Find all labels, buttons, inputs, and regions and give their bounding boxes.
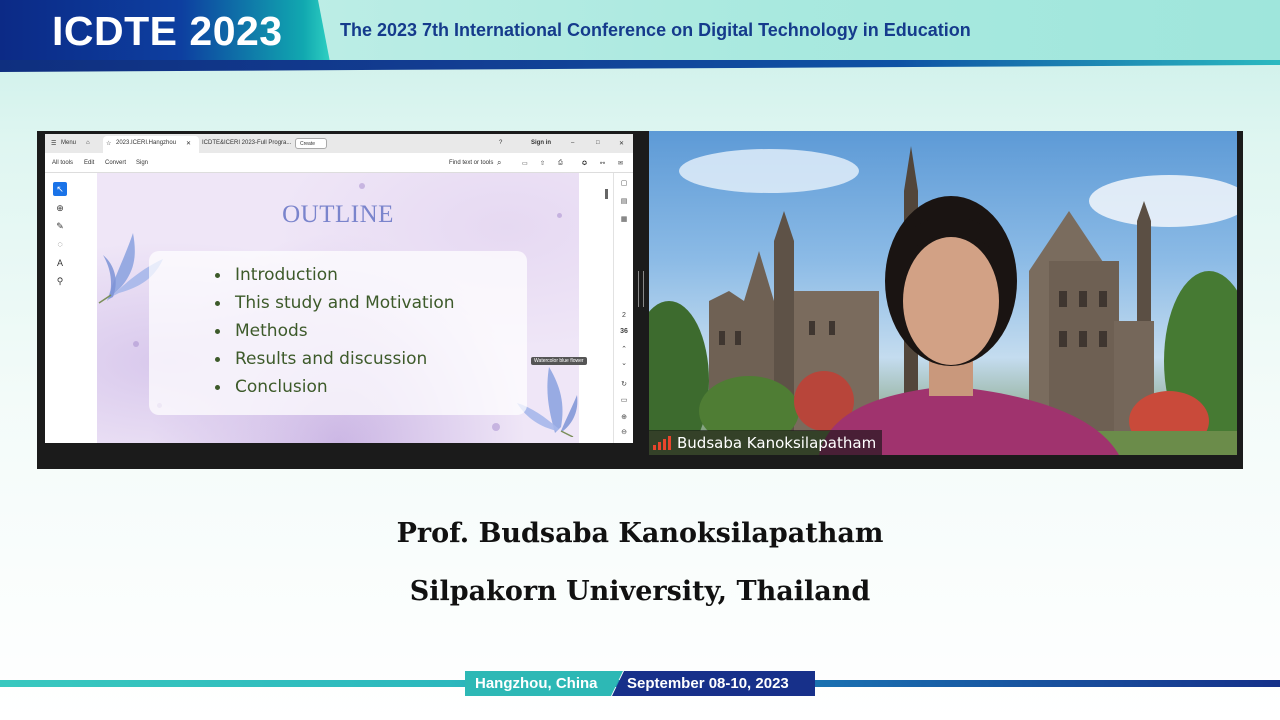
maximize-icon[interactable]: □ <box>596 140 600 146</box>
hamburger-menu-icon[interactable]: ☰ <box>51 140 56 147</box>
lasso-tool-icon[interactable]: ◌ <box>53 237 67 251</box>
menu-edit[interactable]: Edit <box>84 160 94 166</box>
presentation-slide: OUTLINE Introduction This study and Moti… <box>97 173 579 443</box>
ai-assistant-icon[interactable]: ✪ <box>582 160 587 167</box>
outline-item: This study and Motivation <box>215 289 455 317</box>
pdf-menu-bar: All tools Edit Convert Sign Find text or… <box>45 153 633 173</box>
footer-dates: September 08-10, 2023 <box>612 671 815 696</box>
select-tool-icon[interactable]: ↖ <box>53 182 67 196</box>
menu-sign[interactable]: Sign <box>136 160 148 166</box>
participant-name: Budsaba Kanoksilapatham <box>677 433 877 452</box>
print-icon[interactable]: ⎙ <box>558 160 563 167</box>
draw-tool-icon[interactable]: ✎ <box>53 219 67 233</box>
page-down-icon[interactable]: ⌄ <box>614 359 633 367</box>
scrollbar-thumb[interactable] <box>605 189 608 199</box>
tab-label-2[interactable]: ICDTE&ICERI 2023-Full Progra... <box>202 140 291 146</box>
upload-icon[interactable]: ⇧ <box>540 160 545 167</box>
outline-item: Conclusion <box>215 373 455 401</box>
page-fit-icon[interactable]: ▭ <box>614 396 633 404</box>
comments-panel-icon[interactable]: ▢ <box>614 179 633 187</box>
home-icon[interactable]: ⌂ <box>86 140 90 146</box>
webcam-feed[interactable]: Budsaba Kanoksilapatham <box>649 131 1237 455</box>
outline-item: Methods <box>215 317 455 345</box>
tab-label-1[interactable]: 2023.ICERI.Hangzhou <box>116 140 176 146</box>
outline-list: Introduction This study and Motivation M… <box>215 261 455 401</box>
campus-background-image <box>649 146 1237 455</box>
minimize-icon[interactable]: – <box>571 140 574 146</box>
browser-tab-bar: ☰ Menu ⌂ ☆ 2023.ICERI.Hangzhou ✕ ICDTE&I… <box>45 134 633 153</box>
link-icon[interactable]: ⚯ <box>600 160 605 167</box>
left-toolbar: ↖ ⊕ ✎ ◌ A ⚲ <box>45 173 97 443</box>
tooltip: Watercolor blue flower <box>531 357 587 365</box>
video-call-panel: ☰ Menu ⌂ ☆ 2023.ICERI.Hangzhou ✕ ICDTE&I… <box>37 131 1243 469</box>
mail-icon[interactable]: ✉ <box>618 160 623 167</box>
decor-dot <box>133 341 139 347</box>
decor-dot <box>359 183 365 189</box>
page-number-current[interactable]: 2 <box>614 312 633 319</box>
bookmark-panel-icon[interactable]: ▤ <box>614 197 633 205</box>
footer-location: Hangzhou, China <box>465 671 623 696</box>
conference-header: ICDTE 2023 The 2023 7th International Co… <box>0 0 1280 62</box>
conference-title: The 2023 7th International Conference on… <box>340 20 971 40</box>
search-icon[interactable]: ⌕ <box>497 158 501 168</box>
zoom-in-icon[interactable]: ⊕ <box>614 413 633 421</box>
sign-in-button[interactable]: Sign in <box>531 140 551 146</box>
split-divider-handle[interactable] <box>638 271 644 307</box>
slide-title: OUTLINE <box>282 201 394 228</box>
help-icon[interactable]: ? <box>499 140 502 146</box>
speaker-affiliation: Silpakorn University, Thailand <box>409 576 871 607</box>
close-window-icon[interactable]: ✕ <box>619 140 624 147</box>
text-select-tool-icon[interactable]: A <box>53 256 67 270</box>
right-toolbar: ▢ ▤ ▦ 2 36 ⌃ ⌄ ↻ ▭ ⊕ ⊖ <box>613 173 633 443</box>
menu-convert[interactable]: Convert <box>105 160 126 166</box>
create-label: Create <box>300 141 316 147</box>
save-icon[interactable]: ▭ <box>522 160 528 167</box>
signal-strength-icon <box>653 435 671 450</box>
conference-logo: ICDTE 2023 <box>52 8 283 54</box>
header-divider <box>0 60 1280 72</box>
thumbnails-panel-icon[interactable]: ▦ <box>614 215 633 223</box>
page-up-icon[interactable]: ⌃ <box>614 345 633 353</box>
shared-screen[interactable]: ☰ Menu ⌂ ☆ 2023.ICERI.Hangzhou ✕ ICDTE&I… <box>45 134 633 443</box>
outline-item: Introduction <box>215 261 455 289</box>
speaker-name: Prof. Budsaba Kanoksilapatham <box>396 518 884 549</box>
scroll-gutter <box>579 173 613 443</box>
outline-item: Results and discussion <box>215 345 455 373</box>
menu-label[interactable]: Menu <box>61 140 76 146</box>
comment-tool-icon[interactable]: ⊕ <box>53 201 67 215</box>
page-number-total: 36 <box>620 328 628 335</box>
decor-dot <box>492 423 500 431</box>
close-tab-icon[interactable]: ✕ <box>186 140 191 147</box>
find-tools-input[interactable]: Find text or tools <box>449 160 493 166</box>
rotate-icon[interactable]: ↻ <box>614 380 633 388</box>
zoom-out-icon[interactable]: ⊖ <box>614 428 633 436</box>
participant-name-tag: Budsaba Kanoksilapatham <box>649 430 883 455</box>
stamp-tool-icon[interactable]: ⚲ <box>53 274 67 288</box>
star-icon[interactable]: ☆ <box>106 140 111 147</box>
menu-all-tools[interactable]: All tools <box>52 160 73 166</box>
